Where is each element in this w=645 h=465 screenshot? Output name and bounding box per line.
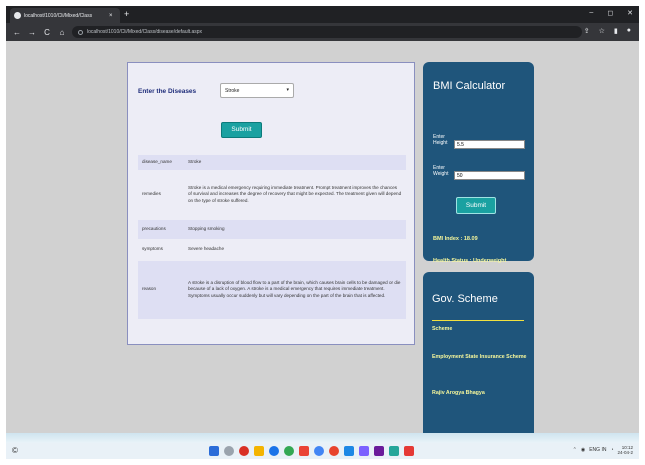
gov-title: Gov. Scheme	[432, 293, 498, 305]
scheme-link[interactable]: Rajiv Arogya Bhagya	[432, 390, 528, 397]
disease-select-value: Stroke	[225, 88, 240, 94]
chevron-up-icon[interactable]: ⌃	[573, 447, 577, 453]
tab-close-icon[interactable]: ×	[109, 13, 113, 19]
row-key: remedies	[142, 191, 161, 197]
tab-title: localhost/1010/Cli/Mixed/Class	[24, 12, 93, 19]
row-key: disease_name	[142, 159, 172, 164]
wifi-icon[interactable]: ◔	[610, 447, 613, 453]
maximize-button[interactable]: ◻	[607, 9, 613, 17]
clock[interactable]: 10:12 24-04-2	[617, 445, 633, 455]
search-icon[interactable]: ©	[12, 446, 18, 455]
browser-icon[interactable]	[314, 446, 324, 456]
chrome-icon[interactable]	[284, 446, 294, 456]
table-row: remedies Stroke is a medical emergency r…	[138, 170, 406, 220]
home-button[interactable]: ⌂	[58, 28, 66, 37]
weight-label: Enter Weight	[433, 165, 449, 177]
edge-icon[interactable]	[269, 446, 279, 456]
disease-submit-button[interactable]: Submit	[221, 122, 262, 138]
page-bottom-band	[6, 433, 639, 443]
scheme-link[interactable]: Scheme	[432, 326, 528, 333]
row-key: symptoms	[142, 246, 163, 252]
row-value: Stroke	[188, 159, 202, 164]
window-controls: – ◻ ✕	[589, 9, 633, 17]
reload-button[interactable]: C	[43, 28, 51, 37]
system-tray: ⌃ ◉ ENG IN ◔ 10:12 24-04-2	[573, 445, 633, 455]
table-row: reason A stroke is a disruption of blood…	[138, 260, 406, 319]
profile-icon[interactable]: ●	[627, 27, 631, 35]
scheme-link[interactable]: Employment State Insurance Scheme	[432, 354, 528, 361]
forward-button[interactable]: →	[28, 28, 36, 37]
browser-tab-bar: localhost/1010/Cli/Mixed/Class × + – ◻ ✕	[6, 6, 639, 23]
bmi-calculator-panel: BMI Calculator Enter Height 5.5 Enter We…	[423, 62, 534, 264]
folder-icon[interactable]	[254, 446, 264, 456]
network-icon[interactable]: ◉	[581, 447, 585, 453]
address-toolbar: ← → C ⌂ localhost/1010/Cli/Mixed/Class/d…	[6, 23, 639, 41]
windows-icon[interactable]	[209, 446, 219, 456]
sidebar-icon[interactable]: ▮	[614, 27, 618, 35]
weight-input[interactable]: 50	[454, 171, 525, 180]
row-value: Severe headache	[188, 246, 225, 252]
bmi-title: BMI Calculator	[433, 80, 506, 92]
visual-studio-icon[interactable]	[374, 446, 384, 456]
table-row: precautions Stopping smoking	[138, 219, 406, 239]
browser-extensions: ⇪ ☆ ▮ ●	[584, 27, 631, 35]
opera-icon[interactable]	[239, 446, 249, 456]
new-tab-button[interactable]: +	[124, 9, 129, 19]
disease-select[interactable]: Stroke ▾	[220, 83, 294, 98]
date-text: 24-04-2	[617, 450, 633, 455]
bmi-index-text: BMI Index : 18.09	[433, 236, 478, 242]
table-row: symptoms Severe headache	[138, 239, 406, 261]
app-icon[interactable]	[359, 446, 369, 456]
gov-divider	[432, 320, 524, 321]
url-bar[interactable]: localhost/1010/Cli/Mixed/Class/disease/d…	[72, 26, 582, 38]
url-text: localhost/1010/Cli/Mixed/Class/disease/d…	[87, 29, 203, 35]
table-row: disease_name Stroke	[138, 155, 406, 170]
disease-details-table: disease_name Stroke remedies Stroke is a…	[138, 155, 406, 319]
bmi-submit-button[interactable]: Submit	[456, 197, 496, 214]
info-icon[interactable]	[78, 29, 83, 35]
page-content: Enter the Diseases Stroke ▾ Submit disea…	[6, 41, 639, 443]
media-icon[interactable]	[329, 446, 339, 456]
row-value: A stroke is a disruption of blood flow t…	[188, 279, 401, 298]
search-app-icon[interactable]	[224, 446, 234, 456]
height-input[interactable]: 5.5	[454, 140, 525, 149]
share-icon[interactable]: ⇪	[584, 27, 590, 35]
gov-scheme-panel: Gov. Scheme Scheme Employment State Insu…	[423, 272, 534, 443]
browser-tab[interactable]: localhost/1010/Cli/Mixed/Class ×	[10, 8, 120, 23]
chevron-down-icon: ▾	[286, 87, 289, 93]
pdf-icon[interactable]	[404, 446, 414, 456]
height-label: Enter Height	[433, 134, 448, 146]
os-taskbar: © ⌃ ◉ ENG IN ◔ 10:12 24-04-2	[6, 443, 639, 459]
disease-panel: Enter the Diseases Stroke ▾ Submit disea…	[127, 62, 415, 345]
row-key: reason	[142, 286, 157, 292]
minimize-button[interactable]: –	[589, 9, 593, 17]
taskbar-apps	[209, 446, 414, 456]
lang-indicator[interactable]: ENG IN	[589, 447, 606, 453]
settings-icon[interactable]	[389, 446, 399, 456]
row-value: Stroke is a medical emergency requiring …	[188, 184, 402, 203]
disease-label: Enter the Diseases	[138, 88, 197, 95]
back-button[interactable]: ←	[13, 28, 21, 37]
close-window-button[interactable]: ✕	[627, 9, 633, 17]
shield-icon[interactable]	[299, 446, 309, 456]
health-status-text: Health Status : Underweight	[433, 258, 507, 264]
vscode-icon[interactable]	[344, 446, 354, 456]
row-value: Stopping smoking	[188, 225, 225, 231]
star-icon[interactable]: ☆	[599, 27, 605, 35]
globe-icon	[14, 12, 21, 19]
row-key: precautions	[142, 225, 166, 231]
